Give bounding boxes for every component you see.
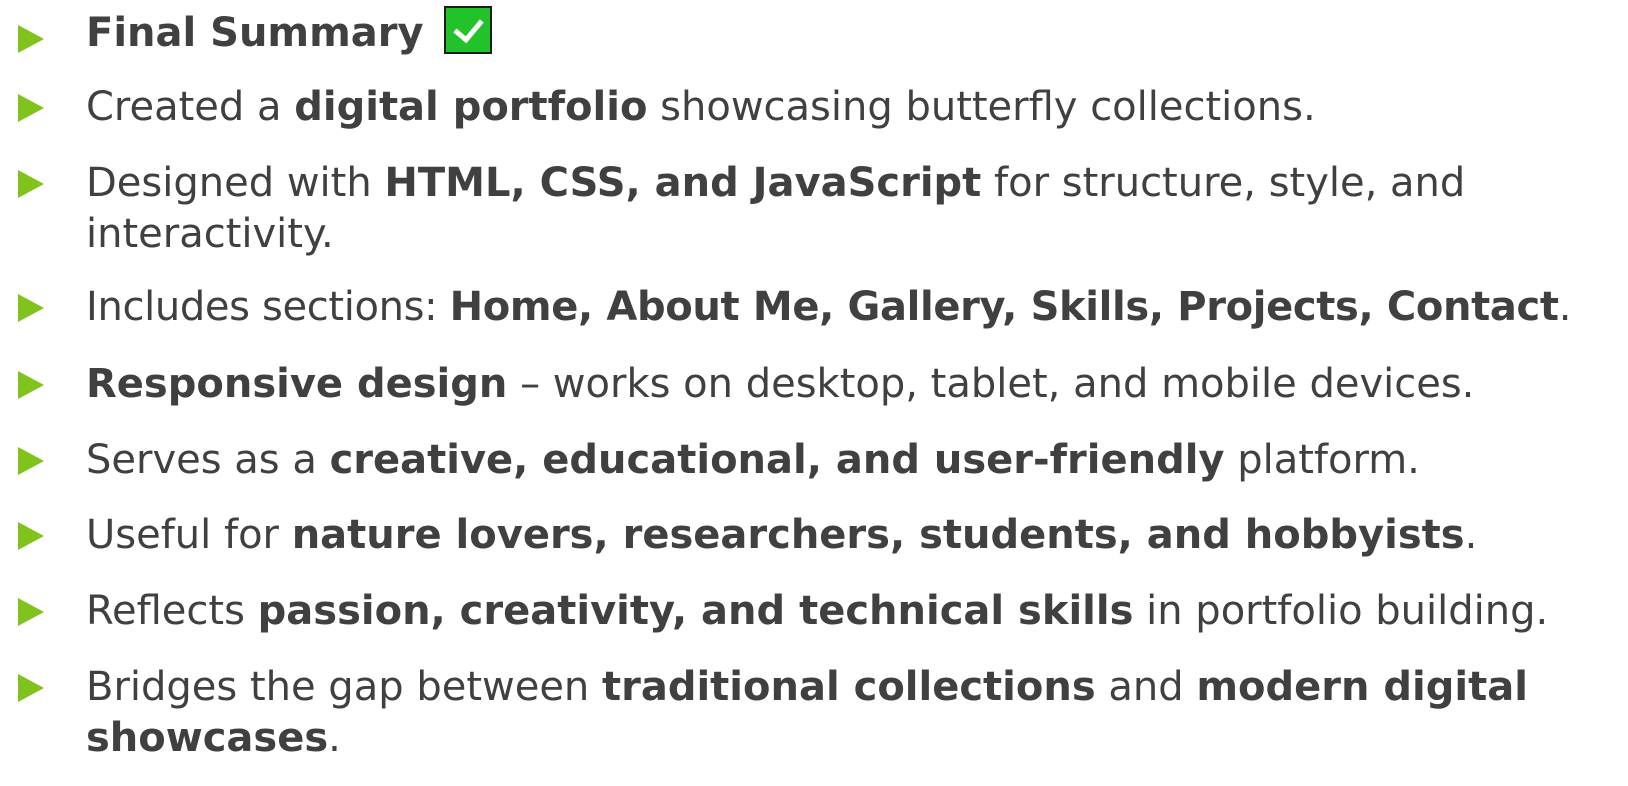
bullet-arrow-icon [18,25,44,53]
bullet-arrow-icon [18,447,44,475]
list-item-text: Includes sections: Home, About Me, Galle… [86,282,1616,333]
bold-text-segment: HTML, CSS, and JavaScript [384,160,982,206]
text-segment: . [328,715,341,761]
list-item-text: Responsive design – works on desktop, ta… [86,359,1616,410]
text-segment: interactivity. [86,211,334,257]
bullet-arrow-icon [18,94,44,122]
bold-text-segment: showcases [86,715,329,761]
bold-text-segment: passion, creativity, and technical skill… [257,588,1134,634]
text-segment: Reflects [86,588,258,634]
text-segment: platform. [1224,437,1420,483]
text-segment: and [1095,664,1197,710]
text-segment: . [1464,512,1478,558]
list-item-text: Created a digital portfolio showcasing b… [86,82,1616,133]
list-item-text: Useful for nature lovers, researchers, s… [86,510,1616,561]
text-segment: in portfolio building. [1133,588,1549,634]
heading-text: Final Summary [86,10,424,56]
list-item-text: Reflects passion, creativity, and techni… [86,586,1616,637]
bold-text-segment: nature lovers, researchers, students, an… [291,512,1465,558]
text-segment: Created a [86,84,295,130]
bullet-arrow-icon [18,522,44,550]
bullet-arrow-icon [18,598,44,626]
text-segment: Includes sections: [86,284,450,330]
bold-text-segment: creative, educational, and user-friendly [329,437,1225,483]
list-item-text: Bridges the gap between traditional coll… [86,662,1616,764]
list-item-text: Final Summary [86,6,1616,59]
bullet-arrow-icon [18,371,44,399]
bold-text-segment: modern digital [1196,664,1528,710]
text-segment: showcasing butterfly collections. [647,84,1316,130]
text-segment: Bridges the gap between [86,664,602,710]
list-item-text: Serves as a creative, educational, and u… [86,435,1616,486]
bullet-arrow-icon [18,674,44,702]
checkmark-box-icon [443,6,492,54]
bold-text-segment: Home, About Me, Gallery, Skills, Project… [449,284,1559,330]
text-segment: – works on desktop, tablet, and mobile d… [507,361,1475,407]
text-segment: Serves as a [86,437,330,483]
bullet-arrow-icon [18,170,44,198]
list-item-text: Designed with HTML, CSS, and JavaScript … [86,158,1616,260]
bold-text-segment: digital portfolio [294,84,648,130]
text-segment: Useful for [86,512,292,558]
text-segment: for structure, style, and [981,160,1466,206]
bullet-arrow-icon [18,294,44,322]
text-segment: . [1558,284,1572,330]
bold-text-segment: Responsive design [86,361,508,407]
text-segment: Designed with [86,160,385,206]
bold-text-segment: traditional collections [602,664,1096,710]
